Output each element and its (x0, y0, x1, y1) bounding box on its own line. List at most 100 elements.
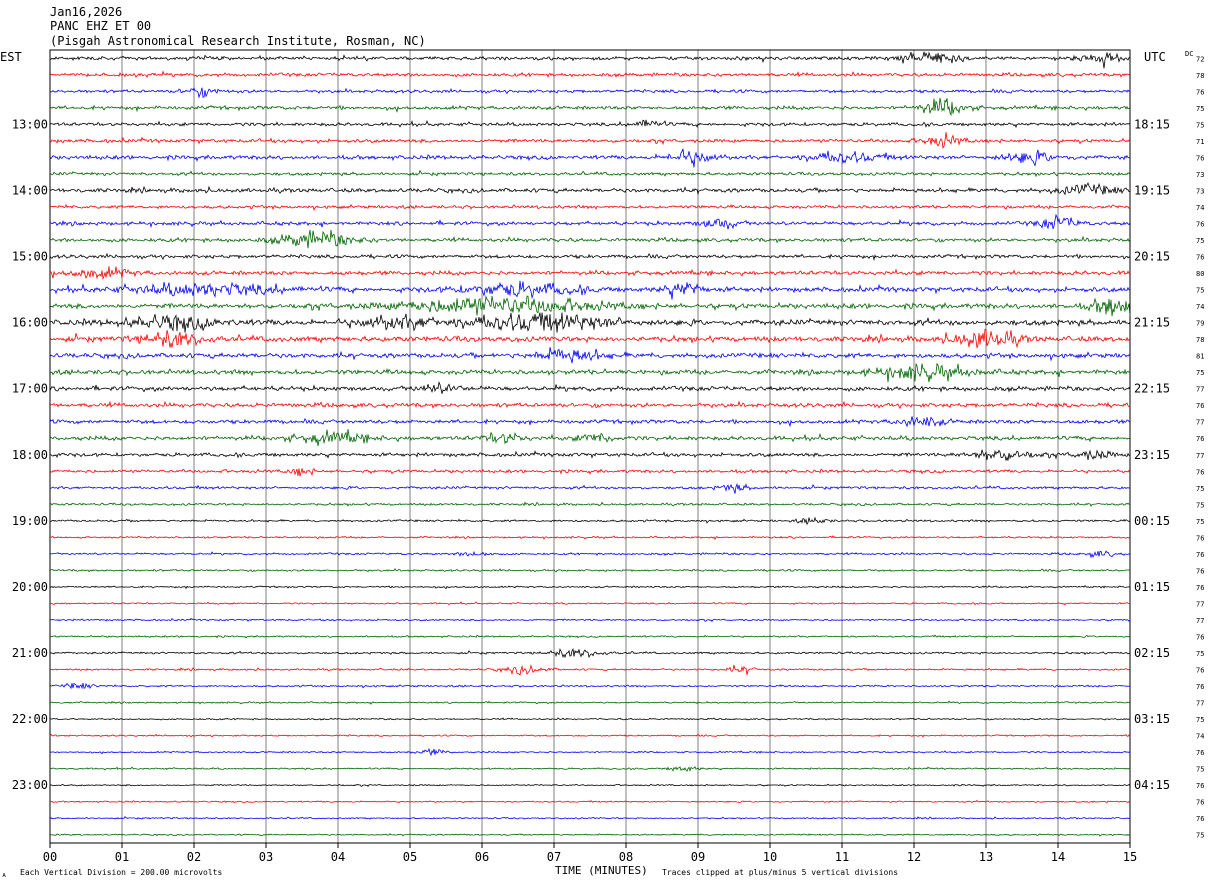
local-hour-label: 21:00 (12, 646, 48, 660)
dc-offset-label: 75 (1196, 518, 1204, 526)
dc-offset-label: 75 (1196, 237, 1204, 245)
utc-hour-labels: 18:15 19:15 20:15 21:15 22:15 23:15 00:15 01:15… (1134, 117, 1170, 792)
trace-row (49, 634, 1131, 639)
trace-row (50, 501, 1131, 507)
dc-offset-label: 76 (1196, 633, 1204, 641)
trace-row (49, 550, 1131, 559)
trace-row (49, 833, 1131, 837)
x-tick-label: 05 (403, 850, 417, 864)
trace-row (49, 362, 1131, 383)
utc-hour-label: 18:15 (1134, 117, 1170, 131)
trace-row (49, 617, 1131, 623)
dc-offset-label: 76 (1196, 567, 1204, 575)
x-tick-label: 03 (259, 850, 273, 864)
dc-offset-label: 76 (1196, 154, 1204, 162)
dc-offset-label: 76 (1196, 683, 1204, 691)
dc-offset-label: 75 (1196, 766, 1204, 774)
utc-hour-label: 00:15 (1134, 514, 1170, 528)
trace-row (49, 148, 1131, 168)
utc-hour-label: 01:15 (1134, 580, 1170, 594)
dc-offset-label: 77 (1196, 617, 1204, 625)
x-tick-label: 12 (907, 850, 921, 864)
dc-offset-label: 76 (1196, 799, 1204, 807)
x-tick-label: 11 (835, 850, 849, 864)
trace-row (49, 783, 1131, 788)
dc-offset-label: 81 (1196, 353, 1204, 361)
dc-offset-label: 75 (1196, 501, 1204, 509)
corner-mark: ᴀ (2, 871, 6, 879)
dc-offset-label: 75 (1196, 485, 1204, 493)
trace-row (49, 312, 1131, 333)
local-hour-label: 20:00 (12, 580, 48, 594)
trace-row (50, 169, 1131, 178)
local-hour-label: 19:00 (12, 514, 48, 528)
dc-header-label: DC (1185, 50, 1193, 58)
trace-row (49, 213, 1131, 230)
local-hour-label: 15:00 (12, 250, 48, 264)
x-tick-label: 04 (331, 850, 345, 864)
dc-offset-label: 76 (1196, 88, 1204, 96)
dc-offset-label: 75 (1196, 105, 1204, 113)
dc-offset-label: 75 (1196, 650, 1204, 658)
dc-offset-label: 75 (1196, 832, 1204, 840)
trace-row (49, 664, 1131, 676)
plot-frame (49, 49, 1131, 844)
date-title: Jan16,2026 (50, 5, 122, 19)
dc-offset-label: 78 (1196, 336, 1204, 344)
trace-row (49, 381, 1131, 394)
clip-note: Traces clipped at plus/minus 5 vertical … (662, 868, 898, 877)
dc-offset-label: 75 (1196, 287, 1204, 295)
utc-hour-label: 23:15 (1134, 448, 1170, 462)
x-tick-label: 00 (43, 850, 57, 864)
right-timezone-label: UTC (1144, 50, 1166, 64)
x-tick-label: 13 (979, 850, 993, 864)
trace-row (49, 87, 1131, 99)
trace-row (49, 482, 1131, 494)
dc-offset-label: 71 (1196, 138, 1204, 146)
dc-offset-label: 78 (1196, 72, 1204, 80)
dc-offset-labels: 72 78 76 75 75 71 76 73 73 74 76 75 76 80 75 74 79 78 81 75… (1196, 55, 1204, 839)
left-timezone-label: EST (0, 50, 22, 64)
utc-hour-label: 19:15 (1134, 183, 1170, 197)
dc-offset-label: 76 (1196, 254, 1204, 262)
x-tick-label: 08 (619, 850, 633, 864)
local-hour-label: 16:00 (12, 316, 48, 330)
trace-row (49, 449, 1130, 461)
dc-offset-label: 77 (1196, 600, 1204, 608)
local-hour-label: 13:00 (12, 117, 48, 131)
dc-offset-label: 77 (1196, 419, 1204, 427)
trace-row (49, 766, 1131, 773)
dc-offset-label: 76 (1196, 749, 1204, 757)
trace-row (49, 416, 1131, 428)
utc-hour-label: 03:15 (1134, 712, 1170, 726)
x-axis-title: TIME (MINUTES) (555, 864, 648, 877)
trace-row (49, 70, 1131, 79)
local-hour-label: 17:00 (12, 382, 48, 396)
utc-hour-label: 20:15 (1134, 250, 1170, 264)
trace-row (49, 203, 1131, 211)
trace-row (49, 119, 1131, 129)
trace-row (49, 400, 1131, 410)
dc-offset-label: 77 (1196, 452, 1204, 460)
dc-offset-label: 74 (1196, 303, 1204, 311)
x-axis-ticks: 00 01 02 03 04 05 06 07 08 09 10 11 12 13 14 15 (43, 843, 1137, 864)
trace-row (49, 682, 1131, 690)
dc-offset-label: 80 (1196, 270, 1204, 278)
dc-offset-label: 76 (1196, 220, 1204, 228)
dc-offset-label: 77 (1196, 386, 1204, 394)
trace-row (49, 467, 1131, 477)
dc-offset-label: 75 (1196, 121, 1204, 129)
trace-row (49, 328, 1131, 349)
dc-offset-label: 77 (1196, 700, 1204, 708)
dc-offset-label: 76 (1196, 584, 1204, 592)
helicorder-chart: Jan16,2026 PANC EHZ ET 00 (Pisgah Astron… (0, 5, 1204, 879)
dc-offset-label: 75 (1196, 716, 1204, 724)
dc-offset-label: 76 (1196, 402, 1204, 410)
trace-row (49, 97, 1131, 117)
trace-row (49, 252, 1131, 262)
x-tick-label: 01 (115, 850, 129, 864)
minute-grid (121, 50, 1059, 843)
trace-row (49, 717, 1131, 721)
trace-row (49, 700, 1131, 705)
trace-row (49, 132, 1131, 149)
